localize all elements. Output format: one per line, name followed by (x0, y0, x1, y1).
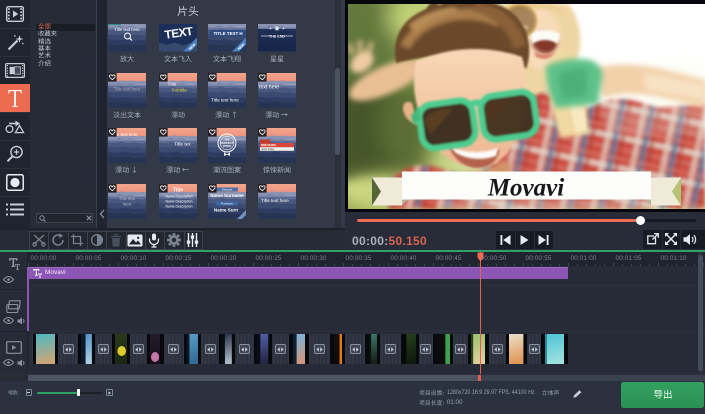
svg-text:INTRO: INTRO (222, 144, 230, 148)
svg-text:Title text: Title text (118, 196, 135, 201)
svg-text:THE END: THE END (269, 35, 285, 39)
svg-text:Name Description: Name Description (165, 200, 192, 204)
svg-text:Title text here: Title text here (113, 86, 140, 91)
svg-text:Movavi: Movavi (487, 175, 564, 202)
svg-text:Name Description: Name Description (165, 195, 192, 199)
svg-text:Producer: Producer (220, 202, 232, 206)
svg-text:Name Surname: Name Surname (210, 193, 244, 198)
svg-text:BREAKING: BREAKING (261, 143, 276, 147)
svg-text:Title: Title (167, 81, 176, 86)
svg-text:Title: Title (172, 188, 182, 194)
svg-text:Title tex: Title tex (174, 142, 191, 148)
svg-text:Title text here: Title text here (261, 198, 289, 203)
svg-text:news today: news today (261, 147, 275, 151)
svg-text:text here: text here (259, 84, 279, 90)
svg-text:Subtitle: Subtitle (171, 87, 187, 92)
svg-text:Title text here: Title text here (211, 97, 239, 102)
svg-text:Director: Director (221, 188, 232, 192)
svg-text:Name Description: Name Description (165, 205, 192, 209)
svg-text:here: here (122, 202, 131, 207)
svg-text:Title text here: Title text here (114, 27, 140, 32)
svg-text:Name Surn: Name Surn (213, 208, 237, 213)
svg-text:TITLE TEXT H: TITLE TEXT H (213, 31, 242, 36)
